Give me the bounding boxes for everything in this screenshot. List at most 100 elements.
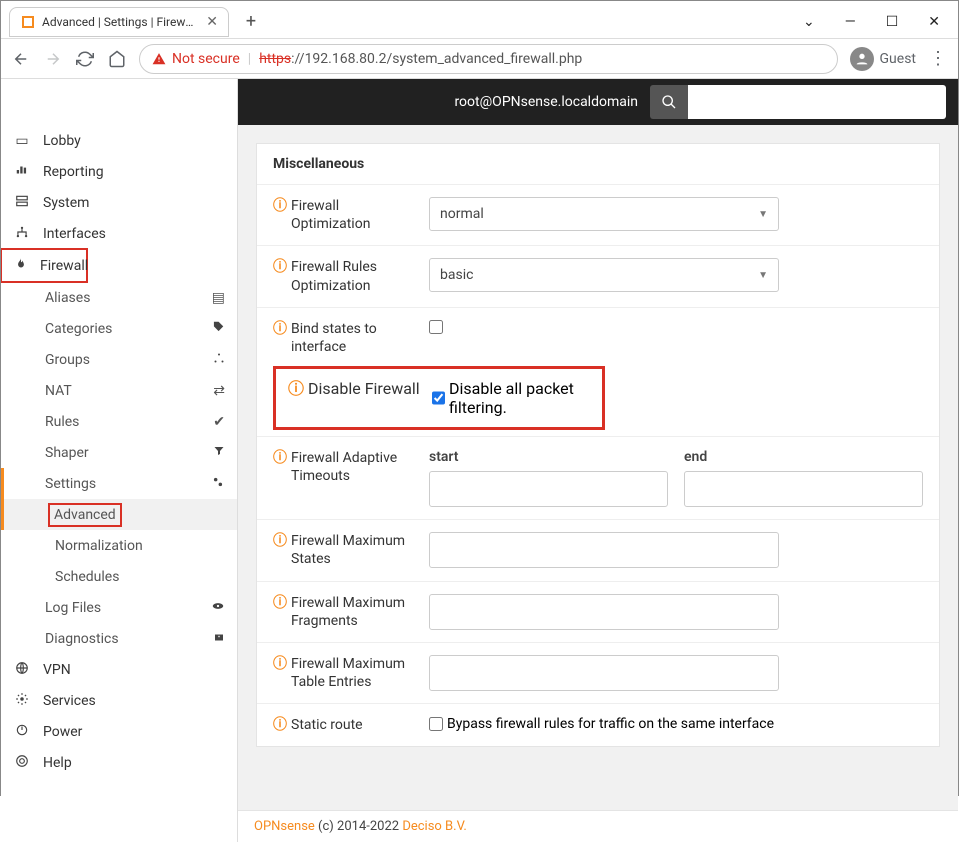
new-tab-button[interactable]: + bbox=[237, 8, 265, 36]
server-icon bbox=[13, 194, 31, 212]
sidebar-item-categories[interactable]: Categories bbox=[1, 313, 237, 344]
laptop-icon: ▭ bbox=[13, 133, 31, 149]
panel-title: Miscellaneous bbox=[257, 144, 939, 184]
sidebar-item-help[interactable]: Help bbox=[1, 747, 237, 778]
disable-firewall-text: Disable all packet filtering. bbox=[449, 379, 590, 417]
tags-icon bbox=[211, 320, 225, 338]
info-icon[interactable]: ⓘ bbox=[273, 532, 287, 550]
globe-icon bbox=[13, 661, 31, 679]
eye-icon bbox=[211, 599, 225, 617]
label-start: start bbox=[429, 449, 668, 465]
caret-down-icon: ▼ bbox=[758, 270, 768, 281]
browser-menu-icon[interactable]: ⋮ bbox=[928, 49, 948, 69]
sidebar-item-logfiles[interactable]: Log Files bbox=[1, 592, 237, 623]
sidebar-item-rules[interactable]: Rules✔ bbox=[1, 406, 237, 437]
checkbox-bind-states[interactable] bbox=[429, 320, 443, 334]
minimize-icon[interactable]: — bbox=[845, 14, 856, 30]
checkbox-static-route[interactable] bbox=[429, 717, 443, 731]
info-icon[interactable]: ⓘ bbox=[273, 449, 287, 467]
row-max-table-entries: ⓘFirewall Maximum Table Entries bbox=[257, 642, 939, 703]
url-text: https://192.168.80.2/system_advanced_fir… bbox=[259, 51, 582, 67]
row-max-states: ⓘFirewall Maximum States bbox=[257, 519, 939, 580]
tab-close-icon[interactable]: ✕ bbox=[206, 14, 218, 30]
home-icon[interactable] bbox=[107, 49, 127, 69]
forward-icon bbox=[43, 49, 63, 69]
avatar-icon bbox=[850, 47, 874, 71]
sidebar-item-services[interactable]: Services bbox=[1, 685, 237, 716]
close-icon[interactable]: ✕ bbox=[928, 14, 940, 30]
input-adaptive-start[interactable] bbox=[429, 471, 668, 507]
exchange-icon: ⇄ bbox=[213, 383, 225, 399]
search-button[interactable] bbox=[650, 85, 688, 119]
input-max-table-entries[interactable] bbox=[429, 655, 779, 691]
row-adaptive-timeouts: ⓘFirewall Adaptive Timeouts start end bbox=[257, 436, 939, 519]
misc-panel: Miscellaneous ⓘFirewall Optimization nor… bbox=[256, 143, 940, 747]
info-icon[interactable]: ⓘ bbox=[273, 594, 287, 612]
sidebar-item-settings[interactable]: Settings bbox=[1, 468, 237, 499]
footer-company[interactable]: Deciso B.V. bbox=[402, 819, 467, 834]
check-icon: ✔ bbox=[213, 414, 225, 430]
info-icon[interactable]: ⓘ bbox=[273, 258, 287, 276]
label-end: end bbox=[684, 449, 923, 465]
select-rules-optimization[interactable]: basic▼ bbox=[429, 258, 779, 292]
info-icon[interactable]: ⓘ bbox=[288, 379, 304, 400]
gear-icon bbox=[13, 692, 31, 710]
sidebar-item-nat[interactable]: NAT⇄ bbox=[1, 375, 237, 406]
sidebar-item-power[interactable]: Power bbox=[1, 716, 237, 747]
page-footer: OPNsense (c) 2014-2022 Deciso B.V. bbox=[238, 810, 958, 842]
sidebar-item-schedules[interactable]: Schedules bbox=[1, 561, 237, 592]
chevron-down-icon[interactable]: ⌄ bbox=[803, 14, 815, 30]
sidebar-item-shaper[interactable]: Shaper bbox=[1, 437, 237, 468]
row-bind-states: ⓘBind states to interface bbox=[257, 307, 939, 368]
maximize-icon[interactable]: ☐ bbox=[886, 14, 899, 30]
sidebar-item-groups[interactable]: Groups bbox=[1, 344, 237, 375]
info-icon[interactable]: ⓘ bbox=[273, 197, 287, 215]
search-input[interactable] bbox=[688, 85, 946, 119]
sidebar-item-advanced[interactable]: Advanced bbox=[1, 499, 237, 530]
sidebar-item-reporting[interactable]: Reporting bbox=[1, 156, 237, 187]
sidebar-item-system[interactable]: System bbox=[1, 187, 237, 218]
browser-addressbar: Not secure | https://192.168.80.2/system… bbox=[1, 39, 958, 79]
sidebar-item-lobby[interactable]: ▭Lobby bbox=[1, 125, 237, 156]
chart-icon bbox=[13, 163, 31, 181]
current-user[interactable]: root@OPNsense.localdomain bbox=[454, 94, 638, 110]
sidebar-item-aliases[interactable]: Aliases▤ bbox=[1, 282, 237, 313]
favicon-icon bbox=[20, 14, 36, 30]
sidebar-item-diagnostics[interactable]: Diagnostics bbox=[1, 623, 237, 654]
tab-title: Advanced | Settings | Firewall | O bbox=[42, 15, 196, 29]
power-icon bbox=[13, 723, 31, 741]
browser-titlebar: Advanced | Settings | Firewall | O ✕ + ⌄… bbox=[1, 1, 958, 39]
input-max-fragments[interactable] bbox=[429, 594, 779, 630]
row-max-fragments: ⓘFirewall Maximum Fragments bbox=[257, 581, 939, 642]
profile-button[interactable]: Guest bbox=[850, 47, 916, 71]
sitemap-icon bbox=[13, 225, 31, 243]
window-controls: ⌄ — ☐ ✕ bbox=[803, 14, 950, 30]
sidebar-item-firewall[interactable]: Firewall bbox=[2, 250, 86, 281]
list-icon: ▤ bbox=[212, 290, 225, 306]
life-ring-icon bbox=[13, 754, 31, 772]
info-icon[interactable]: ⓘ bbox=[273, 655, 287, 673]
reload-icon[interactable] bbox=[75, 49, 95, 69]
sidebar-item-normalization[interactable]: Normalization bbox=[1, 530, 237, 561]
select-firewall-optimization[interactable]: normal▼ bbox=[429, 197, 779, 231]
back-icon[interactable] bbox=[11, 49, 31, 69]
sidebar-item-vpn[interactable]: VPN bbox=[1, 654, 237, 685]
row-disable-firewall: ⓘDisable Firewall Disable all packet fil… bbox=[273, 366, 605, 430]
input-max-states[interactable] bbox=[429, 532, 779, 568]
checkbox-disable-firewall[interactable] bbox=[432, 391, 445, 405]
info-icon[interactable]: ⓘ bbox=[273, 320, 287, 338]
content-area: Miscellaneous ⓘFirewall Optimization nor… bbox=[238, 125, 958, 842]
not-secure-badge[interactable]: Not secure bbox=[152, 51, 240, 67]
sitemap-icon bbox=[213, 352, 225, 368]
footer-brand[interactable]: OPNsense bbox=[254, 819, 315, 834]
static-route-text: Bypass firewall rules for traffic on the… bbox=[447, 716, 774, 732]
info-icon[interactable]: ⓘ bbox=[273, 716, 287, 734]
cogs-icon bbox=[211, 475, 225, 493]
url-field[interactable]: Not secure | https://192.168.80.2/system… bbox=[139, 44, 838, 74]
browser-tab[interactable]: Advanced | Settings | Firewall | O ✕ bbox=[9, 7, 229, 37]
row-static-route: ⓘStatic route Bypass firewall rules for … bbox=[257, 703, 939, 746]
filter-icon bbox=[213, 445, 225, 461]
sidebar-item-interfaces[interactable]: Interfaces bbox=[1, 218, 237, 249]
input-adaptive-end[interactable] bbox=[684, 471, 923, 507]
medkit-icon bbox=[213, 631, 225, 647]
